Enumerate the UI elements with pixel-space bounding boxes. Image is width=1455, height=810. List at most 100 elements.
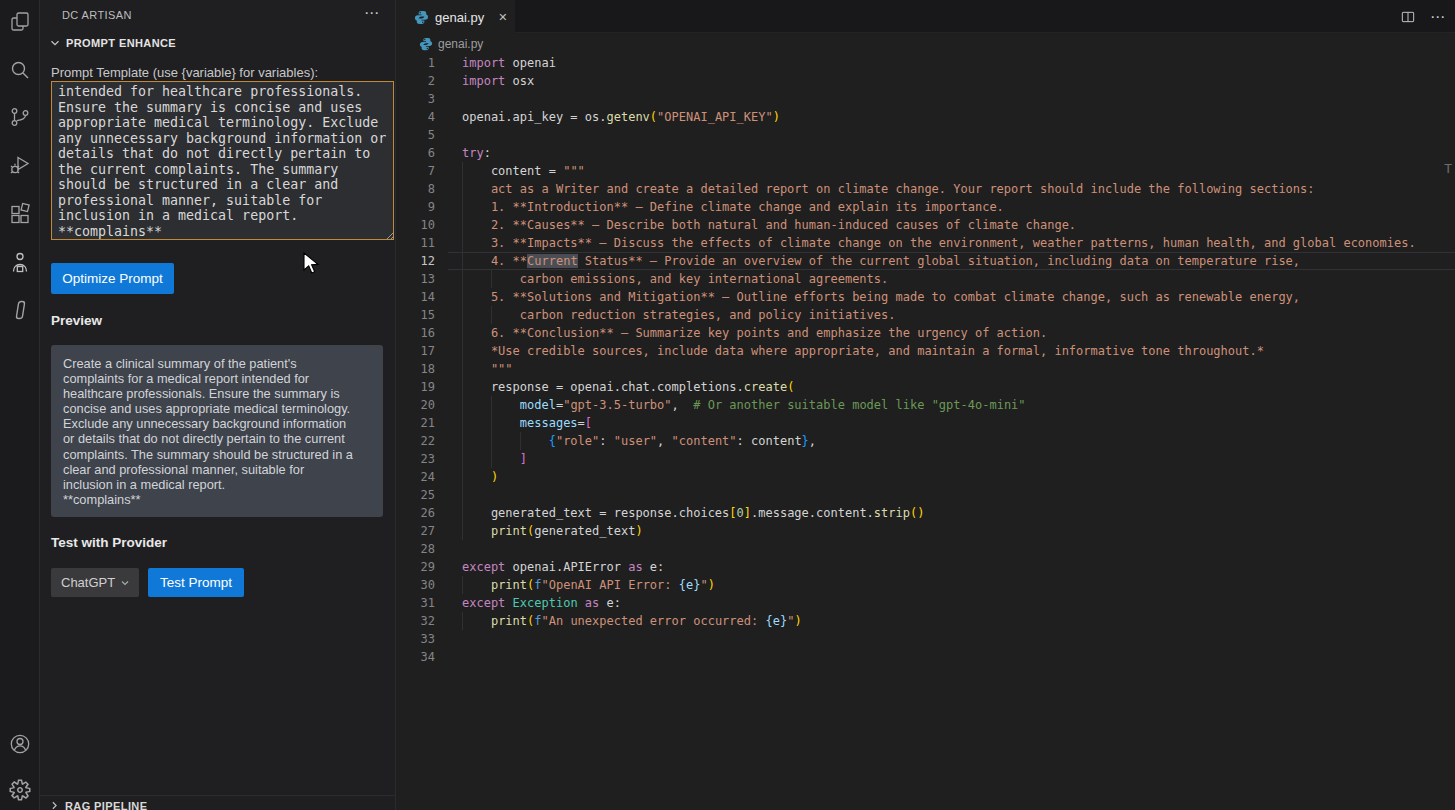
code-line[interactable]: 29except openai.APIError as e: <box>397 558 1455 576</box>
code-line[interactable]: 31except Exception as e: <box>397 594 1455 612</box>
line-number: 22 <box>397 432 435 450</box>
line-number: 33 <box>397 630 435 648</box>
preview-box: Create a clinical summary of the patient… <box>51 345 383 517</box>
breadcrumb[interactable]: genai.py <box>397 34 1455 54</box>
section-prompt-enhance[interactable]: PROMPT ENHANCE <box>48 36 176 50</box>
code-line[interactable]: 33 <box>397 630 1455 648</box>
provider-select[interactable]: ChatGPT <box>51 568 139 597</box>
mouse-cursor <box>303 252 320 276</box>
code-line[interactable]: 22 {"role": "user", "content": content}, <box>397 432 1455 450</box>
line-number: 17 <box>397 342 435 360</box>
line-number: 6 <box>397 144 435 162</box>
code-line[interactable]: 10 2. **Causes** — Describe both natural… <box>397 216 1455 234</box>
code-line[interactable]: 21 messages=[ <box>397 414 1455 432</box>
code-line[interactable]: 1import openai <box>397 54 1455 72</box>
code-line[interactable]: 30 print(f"OpenAI API Error: {e}") <box>397 576 1455 594</box>
explorer-icon[interactable] <box>8 10 32 34</box>
line-number: 34 <box>397 648 435 666</box>
line-number: 21 <box>397 414 435 432</box>
code-line[interactable]: 2import osx <box>397 72 1455 90</box>
code-line[interactable]: 32 print(f"An unexpected error occurred:… <box>397 612 1455 630</box>
code-line[interactable]: 23 ] <box>397 450 1455 468</box>
code-line[interactable]: 16 6. **Conclusion** — Summarize key poi… <box>397 324 1455 342</box>
editor-group: genai.py ✕ ⋯ genai.py 1import openai2imp… <box>397 0 1455 810</box>
code-line[interactable]: 4openai.api_key = os.getenv("OPENAI_API_… <box>397 108 1455 126</box>
code-line[interactable]: 19 response = openai.chat.completions.cr… <box>397 378 1455 396</box>
run-debug-icon[interactable] <box>8 152 32 176</box>
source-control-icon[interactable] <box>8 105 32 129</box>
line-number: 27 <box>397 522 435 540</box>
artisan-person-icon[interactable] <box>8 250 32 274</box>
chevron-down-icon <box>119 577 131 589</box>
line-number: 3 <box>397 90 435 108</box>
prompt-template-label: Prompt Template (use {variable} for vari… <box>51 65 318 80</box>
tab-genai-py[interactable]: genai.py ✕ <box>397 0 515 34</box>
code-line[interactable]: 7 content = """ <box>397 162 1455 180</box>
code-line[interactable]: 5 <box>397 126 1455 144</box>
line-number: 2 <box>397 72 435 90</box>
line-number: 25 <box>397 486 435 504</box>
line-number: 15 <box>397 306 435 324</box>
code-line[interactable]: 25 <box>397 486 1455 504</box>
line-number: 16 <box>397 324 435 342</box>
code-line[interactable]: 26 generated_text = response.choices[0].… <box>397 504 1455 522</box>
preview-heading: Preview <box>51 313 102 328</box>
sidebar-panel: DC ARTISAN ⋯ PROMPT ENHANCE Prompt Templ… <box>40 0 396 810</box>
line-number: 30 <box>397 576 435 594</box>
sidebar-title: DC ARTISAN <box>62 9 132 21</box>
rag-section-label: RAG PIPELINE <box>65 800 147 810</box>
tab-strip: genai.py ✕ ⋯ <box>397 0 1455 33</box>
line-number: 1 <box>397 54 435 72</box>
line-number: 24 <box>397 468 435 486</box>
chevron-down-icon <box>48 36 62 50</box>
slanted-bracket-icon[interactable] <box>8 298 32 322</box>
code-line[interactable]: 11 3. **Impacts** — Discuss the effects … <box>397 234 1455 252</box>
line-number: 13 <box>397 270 435 288</box>
line-number: 32 <box>397 612 435 630</box>
section-rag-pipeline[interactable]: RAG PIPELINE <box>40 795 395 810</box>
python-icon <box>419 37 433 51</box>
code-area[interactable]: 1import openai2import osx34openai.api_ke… <box>397 54 1455 666</box>
code-line[interactable]: 9 1. **Introduction** — Define climate c… <box>397 198 1455 216</box>
code-line[interactable]: 28 <box>397 540 1455 558</box>
code-line[interactable]: 6try: <box>397 144 1455 162</box>
line-number: 9 <box>397 198 435 216</box>
tab-close-icon[interactable]: ✕ <box>498 11 507 24</box>
code-line[interactable]: 13 carbon emissions, and key internation… <box>397 270 1455 288</box>
code-line[interactable]: 18 """ <box>397 360 1455 378</box>
code-line[interactable]: 12 4. **Current Status** — Provide an ov… <box>397 252 1455 270</box>
code-line[interactable]: 34 <box>397 648 1455 666</box>
split-editor-icon[interactable] <box>1400 9 1416 25</box>
code-line[interactable]: 17 *Use credible sources, include data w… <box>397 342 1455 360</box>
account-icon[interactable] <box>8 732 32 756</box>
optimize-prompt-button[interactable]: Optimize Prompt <box>51 263 174 294</box>
line-number: 12 <box>397 252 435 270</box>
code-line[interactable]: 3 <box>397 90 1455 108</box>
line-number: 20 <box>397 396 435 414</box>
code-line[interactable]: 24 ) <box>397 468 1455 486</box>
line-number: 31 <box>397 594 435 612</box>
code-line[interactable]: 27 print(generated_text) <box>397 522 1455 540</box>
textarea-resize-handle[interactable] <box>386 231 395 240</box>
editor-more-actions-icon[interactable]: ⋯ <box>1430 8 1445 26</box>
line-number: 4 <box>397 108 435 126</box>
search-icon[interactable] <box>8 58 32 82</box>
code-line[interactable]: 14 5. **Solutions and Mitigation** — Out… <box>397 288 1455 306</box>
chevron-right-icon <box>48 799 61 810</box>
line-number: 29 <box>397 558 435 576</box>
settings-gear-icon[interactable] <box>8 778 32 802</box>
line-number: 18 <box>397 360 435 378</box>
extensions-icon[interactable] <box>8 202 32 226</box>
sidebar-more-actions-icon[interactable]: ⋯ <box>364 4 380 22</box>
code-line[interactable]: 8 act as a Writer and create a detailed … <box>397 180 1455 198</box>
code-line[interactable]: 15 carbon reduction strategies, and poli… <box>397 306 1455 324</box>
line-number: 23 <box>397 450 435 468</box>
line-number: 26 <box>397 504 435 522</box>
prompt-template-textarea[interactable]: intended for healthcare professionals. E… <box>51 81 394 240</box>
provider-select-value: ChatGPT <box>61 575 115 590</box>
python-icon <box>414 10 429 25</box>
test-prompt-button[interactable]: Test Prompt <box>148 568 244 597</box>
test-with-provider-heading: Test with Provider <box>51 535 167 550</box>
code-line[interactable]: 20 model="gpt-3.5-turbo", # Or another s… <box>397 396 1455 414</box>
line-number: 8 <box>397 180 435 198</box>
